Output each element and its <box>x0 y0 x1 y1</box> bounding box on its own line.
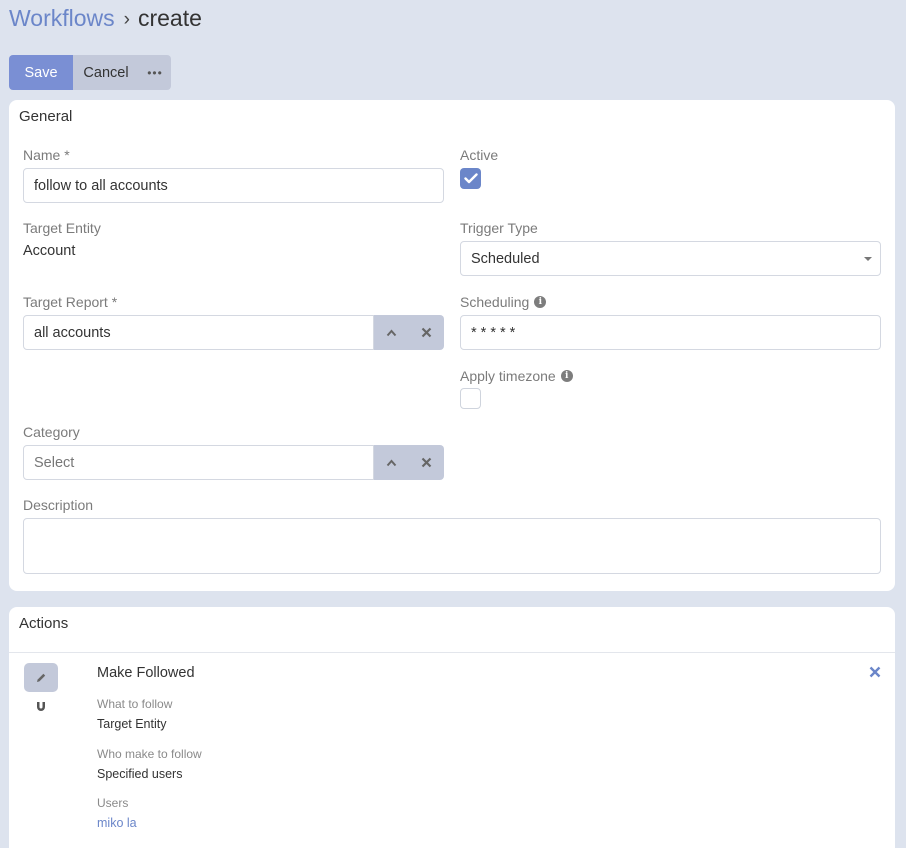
scheduling-label: Scheduling i <box>460 294 547 310</box>
target-report-clear-button[interactable] <box>409 315 444 350</box>
category-clear-button[interactable] <box>409 445 444 480</box>
target-report-field: all accounts <box>23 315 444 350</box>
chevron-up-icon <box>386 328 397 336</box>
name-input[interactable]: follow to all accounts <box>23 168 444 203</box>
general-panel-title: General <box>19 108 73 125</box>
info-icon[interactable]: i <box>560 370 573 382</box>
more-button[interactable]: ••• <box>139 55 171 90</box>
who-make-to-follow-label: Who make to follow <box>97 747 202 761</box>
close-icon <box>421 327 432 338</box>
apply-timezone-label: Apply timezone i <box>460 368 573 384</box>
info-icon[interactable]: i <box>534 296 547 308</box>
divider <box>9 652 895 653</box>
description-label: Description <box>23 497 94 513</box>
target-report-input[interactable]: all accounts <box>23 315 374 350</box>
apply-timezone-checkbox[interactable] <box>460 388 481 409</box>
scheduling-input[interactable]: * * * * * <box>460 315 881 350</box>
action-title: Make Followed <box>97 665 195 681</box>
target-entity-value: Account <box>23 243 76 259</box>
magnet-icon[interactable] <box>35 701 47 713</box>
name-label: Name * <box>23 147 70 163</box>
what-to-follow-label: What to follow <box>97 697 173 711</box>
category-input[interactable]: Select <box>23 445 374 480</box>
save-button[interactable]: Save <box>9 55 73 90</box>
trigger-type-label: Trigger Type <box>460 220 538 236</box>
edit-action-button[interactable] <box>24 663 58 692</box>
caret-down-icon <box>864 257 872 261</box>
users-label: Users <box>97 796 129 810</box>
apply-timezone-label-text: Apply timezone <box>460 368 556 384</box>
page-title: create <box>137 5 202 31</box>
active-label: Active <box>460 147 499 163</box>
cancel-button[interactable]: Cancel <box>73 55 139 90</box>
description-textarea[interactable] <box>23 518 881 574</box>
breadcrumb-workflows-link[interactable]: Workflows <box>9 5 115 31</box>
scheduling-label-text: Scheduling <box>460 294 530 310</box>
target-report-label: Target Report * <box>23 294 118 310</box>
check-icon <box>463 173 478 184</box>
category-select-button[interactable] <box>374 445 409 480</box>
close-icon <box>421 457 432 468</box>
trigger-type-select[interactable]: Scheduled <box>460 241 881 276</box>
what-to-follow-value: Target Entity <box>97 717 167 731</box>
active-checkbox[interactable] <box>460 168 481 189</box>
category-label: Category <box>23 424 80 440</box>
actions-panel-title: Actions <box>19 615 69 632</box>
actions-panel: Actions Make Followed What to follow Tar… <box>9 607 895 848</box>
breadcrumb-separator: › <box>123 9 130 30</box>
category-field: Select <box>23 445 444 480</box>
who-make-to-follow-value: Specified users <box>97 767 183 781</box>
user-link[interactable]: miko la <box>97 816 137 830</box>
toolbar: Save Cancel ••• <box>9 55 171 90</box>
chevron-up-icon <box>386 458 397 466</box>
target-report-select-button[interactable] <box>374 315 409 350</box>
trigger-type-value: Scheduled <box>471 250 540 267</box>
general-panel: General Name * follow to all accounts Ac… <box>9 100 895 591</box>
target-entity-label: Target Entity <box>23 220 101 236</box>
remove-icon[interactable] <box>869 666 881 678</box>
breadcrumb: Workflows › create <box>9 4 202 35</box>
pencil-icon <box>37 673 46 682</box>
